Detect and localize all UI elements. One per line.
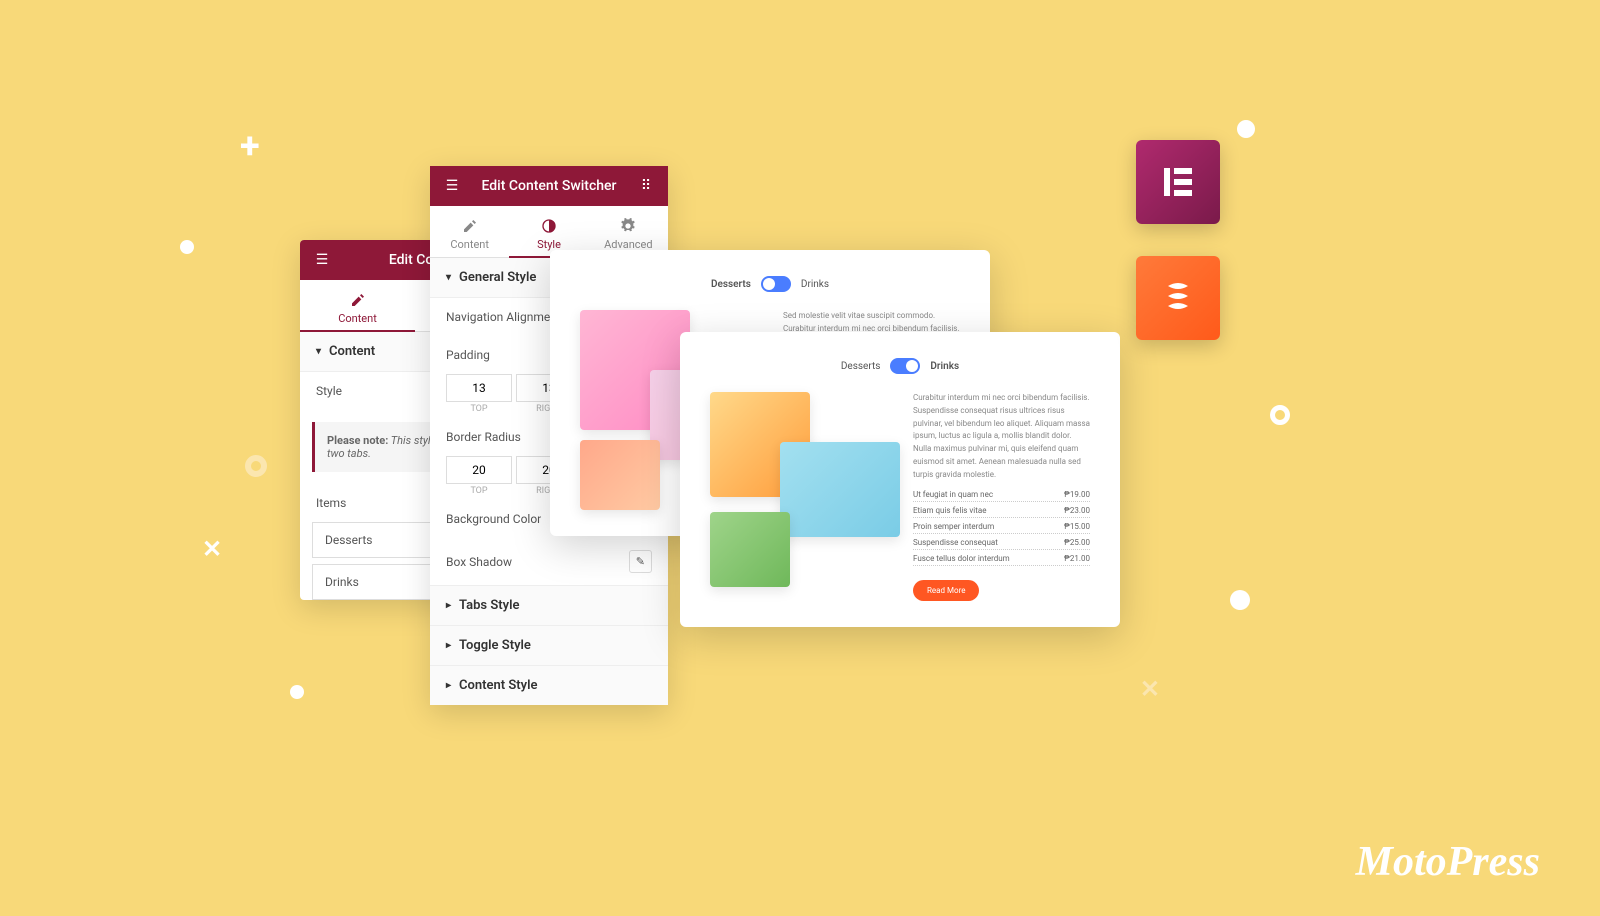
padding-top-input[interactable] xyxy=(446,374,512,402)
deco-x: ✕ xyxy=(1140,675,1160,703)
toggle-bar: Desserts Drinks xyxy=(710,358,1090,374)
deco-dot xyxy=(1237,120,1255,138)
br-top-input[interactable] xyxy=(446,456,512,484)
section-content-style[interactable]: ▸Content Style xyxy=(430,666,668,705)
brand-logo: MotoPress xyxy=(1356,838,1540,886)
image-tile xyxy=(710,512,790,587)
price-row: Proin semper interdum₱15.00 xyxy=(913,522,1090,534)
toggle-label-desserts: Desserts xyxy=(711,279,751,290)
deco-plus: + xyxy=(240,125,260,167)
chevron-right-icon: ▸ xyxy=(446,600,451,611)
toggle-label-drinks: Drinks xyxy=(930,361,959,372)
deco-x: ✕ xyxy=(202,535,222,563)
toggle-label-drinks: Drinks xyxy=(801,279,829,290)
contrast-icon xyxy=(541,218,557,234)
deco-ring xyxy=(1270,405,1290,425)
elementor-logo-tile xyxy=(1136,140,1220,224)
chevron-down-icon: ▾ xyxy=(316,346,321,357)
deco-dot xyxy=(180,240,194,254)
deco-dot xyxy=(1230,590,1250,610)
edit-icon[interactable]: ✎ xyxy=(629,550,652,573)
section-toggle[interactable]: ▸Toggle Style xyxy=(430,626,668,666)
image-tile xyxy=(580,440,660,510)
panel-title: Edit Content Switcher xyxy=(482,178,617,194)
chevron-down-icon: ▾ xyxy=(446,272,451,283)
section-tabs[interactable]: ▸Tabs Style xyxy=(430,585,668,626)
read-more-button[interactable]: Read More xyxy=(913,580,979,601)
image-tile xyxy=(780,442,900,537)
price-list: Ut feugiat in quam nec₱19.00 Etiam quis f… xyxy=(913,490,1090,566)
preview-details: Curabitur interdum mi nec orci bibendum … xyxy=(913,392,1090,601)
price-row: Suspendisse consequat₱25.00 xyxy=(913,538,1090,550)
deco-ring xyxy=(245,455,267,477)
pencil-icon xyxy=(350,292,366,308)
preview-drinks: Desserts Drinks Curabitur interdum mi ne… xyxy=(680,332,1120,627)
box-shadow-control: Box Shadow✎ xyxy=(430,538,668,585)
deco-dot xyxy=(290,685,304,699)
gear-icon xyxy=(620,218,636,234)
price-row: Fusce tellus dolor interdum₱21.00 xyxy=(913,554,1090,566)
tab-content[interactable]: Content xyxy=(300,280,415,331)
price-row: Etiam quis felis vitae₱23.00 xyxy=(913,506,1090,518)
toggle-switch[interactable] xyxy=(761,276,791,292)
image-collage xyxy=(710,392,887,592)
price-row: Ut feugiat in quam nec₱19.00 xyxy=(913,490,1090,502)
preview-text: Curabitur interdum mi nec orci bibendum … xyxy=(913,392,1090,482)
elementor-icon xyxy=(1158,162,1198,202)
stratum-icon xyxy=(1156,276,1200,320)
menu-icon[interactable]: ☰ xyxy=(312,250,332,270)
tab-content[interactable]: Content xyxy=(430,206,509,257)
toggle-switch[interactable] xyxy=(890,358,920,374)
pencil-icon xyxy=(462,218,478,234)
preview-body: Curabitur interdum mi nec orci bibendum … xyxy=(710,392,1090,601)
chevron-right-icon: ▸ xyxy=(446,680,451,691)
chevron-right-icon: ▸ xyxy=(446,640,451,651)
toggle-label-desserts: Desserts xyxy=(841,361,881,372)
stratum-logo-tile xyxy=(1136,256,1220,340)
toggle-bar: Desserts Drinks xyxy=(580,276,960,292)
panel-header: ☰ Edit Content Switcher ⠿ xyxy=(430,166,668,206)
menu-icon[interactable]: ☰ xyxy=(442,176,462,196)
grid-icon[interactable]: ⠿ xyxy=(636,176,656,196)
